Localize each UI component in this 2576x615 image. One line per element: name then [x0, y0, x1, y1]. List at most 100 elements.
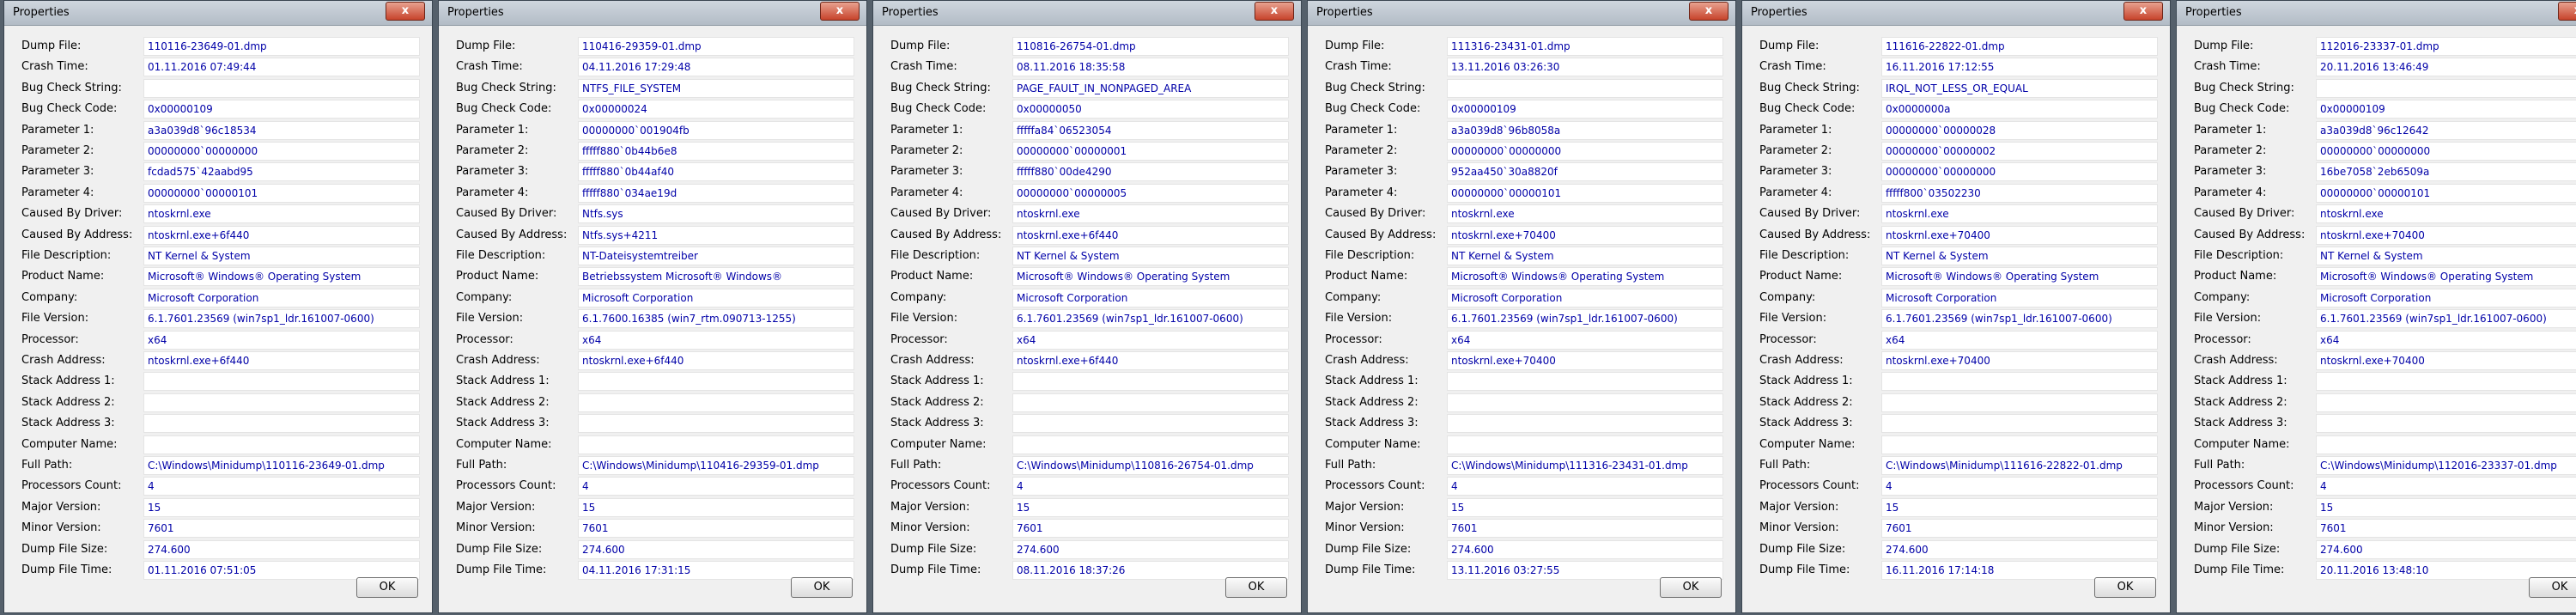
processors-count-field[interactable]: 4: [578, 477, 854, 496]
processor-field[interactable]: x64: [1012, 330, 1289, 350]
processors-count-field[interactable]: 4: [1012, 477, 1289, 496]
processor-field[interactable]: x64: [143, 330, 420, 350]
bug-check-string-field[interactable]: PAGE_FAULT_IN_NONPAGED_AREA: [1012, 78, 1289, 98]
full-path-field[interactable]: C:\Windows\Minidump\110816-26754-01.dmp: [1012, 456, 1289, 475]
parameter-1-field[interactable]: a3a039d8`96c18534: [143, 120, 420, 140]
parameter-3-field[interactable]: 00000000`00000000: [1881, 162, 2158, 182]
file-description-field[interactable]: NT Kernel & System: [1447, 247, 1723, 265]
ok-button[interactable]: OK: [1660, 577, 1722, 598]
parameter-4-field[interactable]: 00000000`00000101: [2316, 183, 2576, 203]
parameter-1-field[interactable]: fffffa84`06523054: [1012, 120, 1289, 140]
processors-count-field[interactable]: 4: [2316, 477, 2576, 496]
stack-address-3-field[interactable]: [143, 414, 420, 434]
minor-version-field[interactable]: 7601: [143, 519, 420, 539]
caused-by-address-field[interactable]: ntoskrnl.exe+70400: [1881, 225, 2158, 245]
file-description-field[interactable]: NT Kernel & System: [143, 247, 420, 265]
caused-by-driver-field[interactable]: ntoskrnl.exe: [1881, 204, 2158, 224]
caused-by-address-field[interactable]: ntoskrnl.exe+70400: [1447, 225, 1723, 245]
stack-address-1-field[interactable]: [1012, 372, 1289, 392]
company-field[interactable]: Microsoft Corporation: [578, 288, 854, 308]
product-name-field[interactable]: Microsoft® Windows® Operating System: [1447, 267, 1723, 287]
caused-by-driver-field[interactable]: ntoskrnl.exe: [1012, 204, 1289, 224]
dump-file-size-field[interactable]: 274.600: [578, 539, 854, 559]
stack-address-1-field[interactable]: [1447, 372, 1723, 392]
title-bar[interactable]: Properties x: [2177, 1, 2576, 26]
minor-version-field[interactable]: 7601: [2316, 519, 2576, 539]
computer-name-field[interactable]: [2316, 435, 2576, 454]
parameter-2-field[interactable]: 00000000`00000002: [1881, 142, 2158, 161]
minor-version-field[interactable]: 7601: [578, 519, 854, 539]
stack-address-3-field[interactable]: [578, 414, 854, 434]
stack-address-3-field[interactable]: [1447, 414, 1723, 434]
stack-address-2-field[interactable]: [1447, 393, 1723, 412]
caused-by-address-field[interactable]: Ntfs.sys+4211: [578, 225, 854, 245]
caused-by-address-field[interactable]: ntoskrnl.exe+6f440: [143, 225, 420, 245]
major-version-field[interactable]: 15: [1447, 497, 1723, 517]
major-version-field[interactable]: 15: [1881, 497, 2158, 517]
parameter-1-field[interactable]: 00000000`001904fb: [578, 120, 854, 140]
dump-file-field[interactable]: 111616-22822-01.dmp: [1881, 37, 2158, 56]
crash-time-field[interactable]: 20.11.2016 13:46:49: [2316, 58, 2576, 77]
dump-file-field[interactable]: 110416-29359-01.dmp: [578, 37, 854, 56]
ok-button[interactable]: OK: [2529, 577, 2576, 598]
product-name-field[interactable]: Microsoft® Windows® Operating System: [2316, 267, 2576, 287]
parameter-4-field[interactable]: 00000000`00000101: [1447, 183, 1723, 203]
dump-file-field[interactable]: 112016-23337-01.dmp: [2316, 37, 2576, 56]
file-version-field[interactable]: 6.1.7601.23569 (win7sp1_ldr.161007-0600): [1447, 309, 1723, 329]
ok-button[interactable]: OK: [2094, 577, 2156, 598]
computer-name-field[interactable]: [1447, 435, 1723, 454]
processor-field[interactable]: x64: [578, 330, 854, 350]
parameter-3-field[interactable]: 952aa450`30a8820f: [1447, 162, 1723, 182]
stack-address-2-field[interactable]: [1881, 393, 2158, 412]
minor-version-field[interactable]: 7601: [1881, 519, 2158, 539]
parameter-3-field[interactable]: 16be7058`2eb6509a: [2316, 162, 2576, 182]
crash-time-field[interactable]: 13.11.2016 03:26:30: [1447, 58, 1723, 77]
major-version-field[interactable]: 15: [578, 497, 854, 517]
crash-time-field[interactable]: 01.11.2016 07:49:44: [143, 58, 420, 77]
minor-version-field[interactable]: 7601: [1012, 519, 1289, 539]
processors-count-field[interactable]: 4: [143, 477, 420, 496]
caused-by-driver-field[interactable]: ntoskrnl.exe: [2316, 204, 2576, 224]
file-version-field[interactable]: 6.1.7600.16385 (win7_rtm.090713-1255): [578, 309, 854, 329]
bug-check-string-field[interactable]: [2316, 78, 2576, 98]
parameter-3-field[interactable]: fffff880`00de4290: [1012, 162, 1289, 182]
crash-time-field[interactable]: 16.11.2016 17:12:55: [1881, 58, 2158, 77]
stack-address-2-field[interactable]: [143, 393, 420, 412]
major-version-field[interactable]: 15: [143, 497, 420, 517]
crash-address-field[interactable]: ntoskrnl.exe+6f440: [578, 351, 854, 370]
stack-address-1-field[interactable]: [143, 372, 420, 392]
parameter-1-field[interactable]: a3a039d8`96b8058a: [1447, 120, 1723, 140]
computer-name-field[interactable]: [1881, 435, 2158, 454]
dump-file-field[interactable]: 110816-26754-01.dmp: [1012, 37, 1289, 56]
close-button[interactable]: x: [2123, 2, 2163, 21]
title-bar[interactable]: Properties x: [439, 1, 866, 26]
company-field[interactable]: Microsoft Corporation: [1447, 288, 1723, 308]
bug-check-string-field[interactable]: NTFS_FILE_SYSTEM: [578, 78, 854, 98]
dump-file-field[interactable]: 110116-23649-01.dmp: [143, 37, 420, 56]
title-bar[interactable]: Properties x: [1742, 1, 2170, 26]
bug-check-code-field[interactable]: 0x00000109: [2316, 100, 2576, 119]
stack-address-3-field[interactable]: [2316, 414, 2576, 434]
product-name-field[interactable]: Betriebssystem Microsoft® Windows®: [578, 267, 854, 287]
file-description-field[interactable]: NT Kernel & System: [1012, 247, 1289, 265]
processor-field[interactable]: x64: [1447, 330, 1723, 350]
parameter-2-field[interactable]: 00000000`00000000: [1447, 142, 1723, 161]
crash-time-field[interactable]: 08.11.2016 18:35:58: [1012, 58, 1289, 77]
computer-name-field[interactable]: [1012, 435, 1289, 454]
full-path-field[interactable]: C:\Windows\Minidump\111316-23431-01.dmp: [1447, 456, 1723, 475]
stack-address-1-field[interactable]: [1881, 372, 2158, 392]
parameter-2-field[interactable]: 00000000`00000000: [143, 142, 420, 161]
title-bar[interactable]: Properties x: [4, 1, 432, 26]
stack-address-2-field[interactable]: [578, 393, 854, 412]
ok-button[interactable]: OK: [1225, 577, 1287, 598]
company-field[interactable]: Microsoft Corporation: [2316, 288, 2576, 308]
title-bar[interactable]: Properties x: [1308, 1, 1735, 26]
caused-by-address-field[interactable]: ntoskrnl.exe+6f440: [1012, 225, 1289, 245]
computer-name-field[interactable]: [143, 435, 420, 454]
computer-name-field[interactable]: [578, 435, 854, 454]
bug-check-code-field[interactable]: 0x0000000a: [1881, 100, 2158, 119]
parameter-4-field[interactable]: 00000000`00000101: [143, 183, 420, 203]
file-version-field[interactable]: 6.1.7601.23569 (win7sp1_ldr.161007-0600): [1012, 309, 1289, 329]
minor-version-field[interactable]: 7601: [1447, 519, 1723, 539]
bug-check-string-field[interactable]: [143, 78, 420, 98]
